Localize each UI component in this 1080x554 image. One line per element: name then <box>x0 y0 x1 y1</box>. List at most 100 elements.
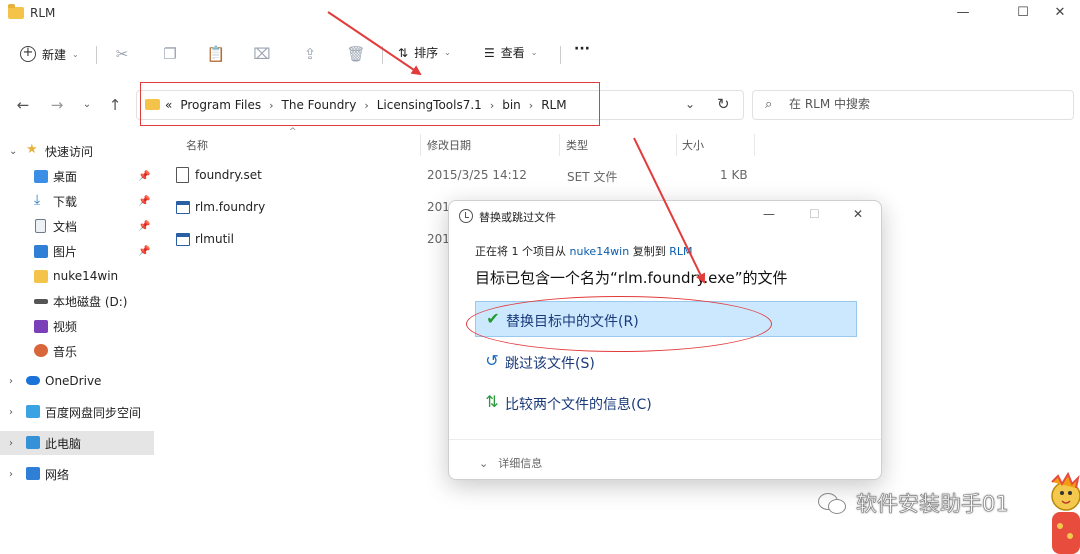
refresh-icon[interactable]: ↻ <box>717 95 730 113</box>
sidebar-item-videos[interactable]: 视频 <box>0 314 154 338</box>
share-icon[interactable]: ⇪ <box>300 44 320 64</box>
toolbar-divider <box>96 46 97 64</box>
download-icon: ⤓ <box>34 192 41 208</box>
baidu-icon <box>26 405 40 418</box>
column-header-size[interactable]: 大小 <box>682 137 704 153</box>
sidebar-item-nuke14win[interactable]: nuke14win <box>0 264 154 288</box>
source-folder-link[interactable]: nuke14win <box>570 245 630 258</box>
sidebar-item-quick-access[interactable]: ⌄ ★ 快速访问 <box>0 139 154 163</box>
computer-icon <box>26 436 40 449</box>
video-icon <box>34 320 48 333</box>
new-button[interactable]: + 新建 ⌄ <box>20 43 79 65</box>
minimize-button[interactable]: — <box>940 2 986 24</box>
option-label: 比较两个文件的信息(C) <box>505 397 652 413</box>
search-box[interactable]: ⌕ <box>752 90 1074 120</box>
cloud-icon <box>26 376 40 385</box>
chevron-right-icon[interactable]: › <box>9 438 13 449</box>
desktop-icon <box>34 170 48 183</box>
copy-progress-text: 正在将 1 个项目从 nuke14win 复制到 RLM <box>475 243 692 259</box>
sort-button[interactable]: ⇅ 排序 ⌄ <box>398 44 451 61</box>
close-button[interactable]: ✕ <box>1040 2 1080 24</box>
sidebar-item-local-disk-d[interactable]: 本地磁盘 (D:) <box>0 289 154 313</box>
annotation-ellipse <box>466 296 772 352</box>
maximize-button: ☐ <box>809 207 820 221</box>
column-divider[interactable] <box>420 134 421 156</box>
destination-folder-link[interactable]: RLM <box>669 245 692 258</box>
sidebar-item-music[interactable]: 音乐 <box>0 339 154 363</box>
view-button[interactable]: ☰ 查看 ⌄ <box>484 44 537 61</box>
back-arrow-icon[interactable]: ← <box>12 94 34 116</box>
column-header-type[interactable]: 类型 <box>566 137 588 153</box>
more-details-toggle[interactable]: ⌄ 详细信息 <box>479 455 542 471</box>
minimize-button[interactable]: — <box>763 207 775 221</box>
column-divider[interactable] <box>676 134 677 156</box>
sidebar-item-documents[interactable]: 文档 📌 <box>0 214 154 238</box>
skip-arrow-icon: ↺ <box>485 351 499 370</box>
column-header-date[interactable]: 修改日期 <box>427 137 471 153</box>
wechat-logo-icon <box>818 491 848 515</box>
folder-icon <box>8 4 24 19</box>
application-icon <box>176 201 190 214</box>
file-date: 2015/3/25 14:12 <box>427 168 527 182</box>
folder-icon <box>34 270 48 283</box>
column-divider[interactable] <box>559 134 560 156</box>
search-input[interactable] <box>789 97 1059 111</box>
chevron-down-icon: ⌄ <box>530 48 538 57</box>
up-arrow-icon[interactable]: ↑ <box>104 94 126 116</box>
file-size: 1 KB <box>720 168 748 182</box>
watermark: 软件安装助手01 <box>818 488 1009 518</box>
cut-icon[interactable]: ✂ <box>112 44 132 64</box>
sidebar-item-network[interactable]: › 网络 <box>0 462 154 486</box>
view-label: 查看 <box>500 46 525 60</box>
pin-icon[interactable]: 📌 <box>138 246 150 257</box>
application-icon <box>176 233 190 246</box>
paste-icon[interactable]: 📋 <box>206 44 226 64</box>
delete-icon[interactable]: 🗑 <box>346 44 366 64</box>
document-icon <box>35 219 46 233</box>
file-type: SET 文件 <box>567 170 618 184</box>
mascot-icon <box>1051 471 1080 554</box>
new-label: 新建 <box>42 47 67 62</box>
rename-icon[interactable]: ⌧ <box>252 44 272 64</box>
chevron-right-icon[interactable]: › <box>9 407 13 418</box>
window-title: RLM <box>30 6 56 20</box>
address-dropdown-icon[interactable]: ⌄ <box>685 97 695 111</box>
pin-icon[interactable]: 📌 <box>138 171 150 182</box>
sidebar-item-label: 网络 <box>45 467 70 482</box>
recent-locations-chevron-icon[interactable]: ⌄ <box>76 94 98 116</box>
column-header-name[interactable]: 名称 <box>186 137 208 153</box>
sidebar-item-label: 本地磁盘 (D:) <box>53 294 128 309</box>
close-button[interactable]: ✕ <box>853 207 863 221</box>
chevron-right-icon[interactable]: › <box>9 469 13 480</box>
sort-caret-icon: ^ <box>289 127 297 137</box>
chevron-right-icon[interactable]: › <box>9 376 13 387</box>
sidebar-item-this-pc[interactable]: › 此电脑 <box>0 431 154 455</box>
option-label: 跳过该文件(S) <box>505 356 595 372</box>
sidebar-item-baidu-netdisk[interactable]: › 百度网盘同步空间 <box>0 400 154 424</box>
chevron-down-icon[interactable]: ⌄ <box>9 146 17 157</box>
sidebar-item-label: OneDrive <box>45 374 102 388</box>
sidebar-item-label: 视频 <box>53 319 78 334</box>
sidebar-item-pictures[interactable]: 图片 📌 <box>0 239 154 263</box>
sidebar-item-desktop[interactable]: 桌面 📌 <box>0 164 154 188</box>
copy-text-mid: 复制到 <box>629 245 670 258</box>
dialog-title: 替换或跳过文件 <box>479 211 556 224</box>
more-options-button[interactable]: ··· <box>574 41 590 57</box>
column-divider[interactable] <box>754 134 755 156</box>
sidebar-item-label: 桌面 <box>53 169 78 184</box>
sidebar-item-label: nuke14win <box>53 269 119 283</box>
pin-icon[interactable]: 📌 <box>138 221 150 232</box>
sidebar-item-downloads[interactable]: ⤓ 下载 📌 <box>0 189 154 213</box>
music-icon <box>34 344 48 357</box>
pin-icon[interactable]: 📌 <box>138 196 150 207</box>
star-icon: ★ <box>26 142 38 157</box>
details-label: 详细信息 <box>498 457 543 470</box>
sidebar-item-onedrive[interactable]: › OneDrive <box>0 369 154 393</box>
compare-files-option[interactable]: ⇅ 比较两个文件的信息(C) <box>475 385 857 421</box>
watermark-text: 软件安装助手01 <box>856 492 1009 517</box>
title-bar: RLM — ☐ ✕ <box>0 0 1080 28</box>
forward-arrow-icon[interactable]: → <box>46 94 68 116</box>
copy-icon[interactable]: ❐ <box>160 44 180 64</box>
drive-icon <box>34 299 48 304</box>
file-row[interactable]: foundry.set 2015/3/25 14:12 SET 文件 1 KB <box>160 160 760 190</box>
